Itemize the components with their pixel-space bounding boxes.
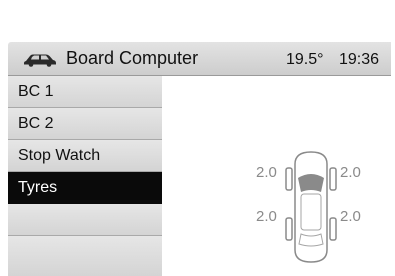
outside-temperature: 19.5° bbox=[286, 51, 324, 68]
tyre-pressure-front-right: 2.0 bbox=[340, 164, 361, 181]
car-top-view-icon bbox=[285, 151, 337, 263]
menu-item-empty[interactable] bbox=[8, 236, 162, 276]
car-icon bbox=[24, 54, 56, 67]
tyre-pressure-rear-left: 2.0 bbox=[256, 208, 277, 225]
tyre-pressure-front-left: 2.0 bbox=[256, 164, 277, 181]
menu-item-label: Stop Watch bbox=[18, 147, 101, 164]
menu-item-label: Tyres bbox=[18, 179, 58, 196]
side-menu: BC 1 BC 2 Stop Watch Tyres bbox=[8, 76, 162, 276]
menu-item-empty[interactable] bbox=[8, 204, 162, 236]
menu-item-bc2[interactable]: BC 2 bbox=[8, 108, 162, 140]
menu-item-stop-watch[interactable]: Stop Watch bbox=[8, 140, 162, 172]
board-computer-screen: Board Computer 19.5° 19:36 BC 1 BC 2 Sto… bbox=[8, 42, 391, 276]
tyre-pressure-rear-right: 2.0 bbox=[340, 208, 361, 225]
menu-item-label: BC 1 bbox=[18, 83, 54, 100]
menu-item-tyres[interactable]: Tyres bbox=[8, 172, 162, 204]
menu-item-bc1[interactable]: BC 1 bbox=[8, 76, 162, 108]
header-bar: Board Computer 19.5° 19:36 bbox=[8, 42, 391, 76]
menu-item-label: BC 2 bbox=[18, 115, 54, 132]
clock-time: 19:36 bbox=[339, 51, 380, 68]
header-title: Board Computer bbox=[66, 48, 199, 68]
